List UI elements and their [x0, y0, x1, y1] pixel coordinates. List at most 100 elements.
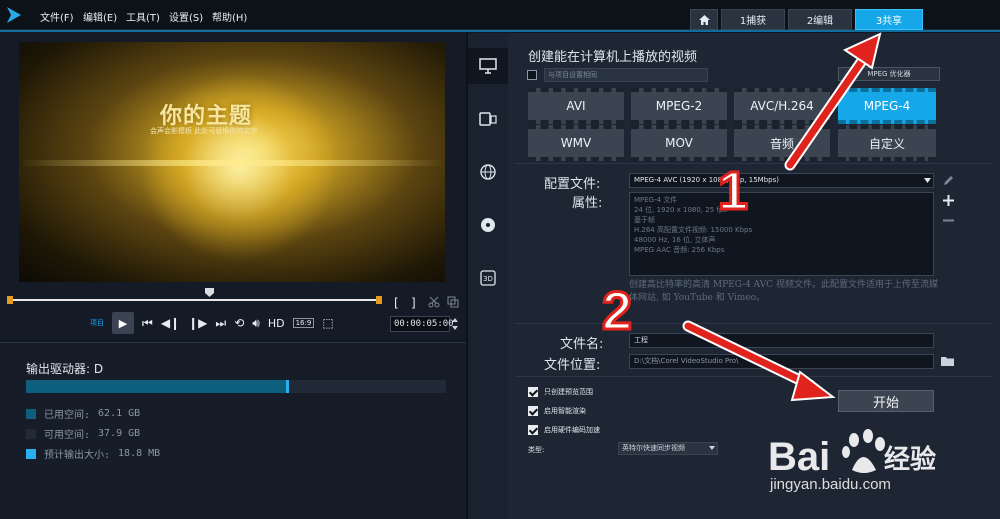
annotation-number-2: 2	[600, 280, 633, 343]
property-line: 基于帧	[634, 216, 655, 224]
app-logo-icon	[7, 7, 21, 23]
device-icon	[479, 112, 497, 126]
encoder-type-select[interactable]: 英特尔快速同步视频	[618, 442, 718, 455]
profile-select[interactable]: MPEG-4 AVC (1920 x 1080, 25p, 15Mbps)	[629, 173, 934, 188]
share-category-sidebar: 3D	[468, 33, 508, 519]
menu-settings[interactable]: 设置(S)	[169, 9, 203, 24]
option-preview-range-label: 只创建预览范围	[544, 388, 593, 396]
legend-free-value: 37.9 GB	[98, 428, 141, 439]
chevron-down-icon	[709, 446, 715, 450]
option-preview-range[interactable]: 只创建预览范围	[528, 387, 593, 397]
tab-edit[interactable]: 2编辑	[788, 9, 852, 30]
option-hw-accel-checkbox[interactable]	[528, 425, 538, 435]
go-to-end-icon[interactable]: ⏭	[215, 312, 226, 334]
enlarge-icon[interactable]	[447, 296, 459, 308]
sidebar-item-disc[interactable]	[468, 207, 508, 243]
format-mpeg4-button[interactable]: MPEG-4	[838, 88, 936, 124]
chevron-down-icon	[924, 178, 931, 183]
sidebar-item-3d[interactable]: 3D	[468, 260, 508, 296]
start-button[interactable]: 开始	[838, 390, 934, 412]
format-mov-button[interactable]: MOV	[631, 125, 727, 161]
trim-track	[7, 299, 382, 301]
play-icon: ▶	[118, 316, 128, 330]
section-divider	[515, 323, 993, 324]
sidebar-item-device[interactable]	[468, 101, 508, 137]
legend-estimated-label: 预计输出大小:	[44, 450, 111, 461]
edit-pencil-icon[interactable]	[943, 175, 954, 186]
disk-used-fill	[26, 380, 287, 393]
legend-used-swatch	[26, 408, 36, 419]
option-preview-range-checkbox[interactable]	[528, 387, 538, 397]
trim-end-marker[interactable]	[376, 296, 382, 304]
hd-preview-toggle[interactable]: HD	[268, 317, 285, 330]
monitor-icon	[479, 58, 497, 74]
legend-free-label: 可用空间:	[44, 430, 91, 441]
option-hw-accel-label: 启用硬件编码加速	[544, 426, 600, 434]
scissors-icon[interactable]	[428, 296, 440, 308]
properties-box: MPEG-4 文件 24 位, 1920 x 1080, 25 fps 基于帧 …	[629, 192, 934, 276]
format-custom-button[interactable]: 自定义	[838, 125, 936, 161]
mpeg-optimizer-button[interactable]: MPEG 优化器	[838, 67, 940, 81]
format-avc-button[interactable]: AVC/H.264	[734, 88, 830, 124]
menu-tools[interactable]: 工具(T)	[126, 9, 160, 24]
next-frame-icon[interactable]: ❙▶	[188, 312, 207, 334]
workspace-tabs: 1捕获 2编辑 3共享	[690, 9, 923, 31]
filename-input[interactable]: 工程	[629, 333, 934, 348]
prev-frame-icon[interactable]: ◀❙	[161, 312, 180, 334]
format-mpeg2-button[interactable]: MPEG-2	[631, 88, 727, 124]
video-preview[interactable]	[19, 42, 445, 282]
play-button[interactable]: ▶	[112, 312, 134, 334]
profile-label: 配置文件:	[544, 177, 601, 192]
section-divider	[515, 376, 993, 377]
properties-label: 属性:	[572, 196, 603, 211]
disc-icon	[481, 218, 495, 232]
trim-bar[interactable]	[7, 296, 382, 304]
home-icon	[698, 14, 710, 25]
remove-profile-icon[interactable]	[943, 215, 954, 226]
mark-in-button[interactable]: [	[394, 296, 399, 310]
menu-help[interactable]: 帮助(H)	[212, 9, 247, 24]
light-streak	[19, 160, 445, 166]
repeat-icon[interactable]: ⟲	[234, 312, 244, 334]
tab-capture[interactable]: 1捕获	[721, 9, 785, 30]
volume-icon[interactable]: 🔊︎	[252, 312, 260, 334]
property-line: H.264 高配置文件视频: 15000 Kbps	[634, 226, 753, 234]
legend-estimated: 预计输出大小: 18.8 MB	[26, 446, 160, 461]
annotation-number-1: 1	[716, 160, 749, 223]
tab-home[interactable]	[690, 9, 718, 30]
watermark-brand-cn: 经验	[884, 444, 936, 475]
timecode-display[interactable]: 00:00:05:00	[390, 316, 454, 332]
legend-used-label: 已用空间:	[44, 410, 91, 421]
share-title: 创建能在计算机上播放的视频	[528, 50, 698, 65]
sidebar-item-web[interactable]	[468, 154, 508, 190]
option-smart-render[interactable]: 启用智能渲染	[528, 406, 586, 416]
format-wmv-button[interactable]: WMV	[528, 125, 624, 161]
timecode-stepper-icon[interactable]	[451, 317, 459, 331]
filename-label: 文件名:	[560, 337, 604, 352]
watermark-url: jingyan.baidu.com	[770, 476, 891, 493]
legend-estimated-swatch	[26, 448, 36, 459]
file-location-input[interactable]: D:\文档\Corel VideoStudio Pro\	[629, 354, 934, 369]
match-project-checkbox[interactable]	[527, 70, 537, 80]
project-mode-label[interactable]: 项目	[90, 318, 104, 328]
format-audio-button[interactable]: 音频	[734, 125, 830, 161]
mark-out-button[interactable]: ]	[411, 296, 416, 310]
menu-edit[interactable]: 编辑(E)	[83, 9, 117, 24]
3d-icon: 3D	[480, 270, 496, 286]
match-project-select[interactable]: 与项目设置相同	[544, 68, 708, 82]
svg-text:3D: 3D	[483, 275, 493, 283]
option-smart-render-checkbox[interactable]	[528, 406, 538, 416]
add-profile-icon[interactable]	[943, 195, 954, 206]
sidebar-item-computer[interactable]	[468, 48, 508, 84]
browse-folder-icon[interactable]	[941, 355, 955, 367]
playback-controls: 项目 ▶ ⏮ ◀❙ ❙▶ ⏭ ⟲ 🔊︎ HD 16:9 ⬚	[90, 312, 334, 334]
go-to-start-icon[interactable]: ⏮	[142, 312, 153, 334]
legend-used-value: 62.1 GB	[98, 408, 141, 419]
trim-start-marker[interactable]	[7, 296, 13, 304]
menu-file[interactable]: 文件(F)	[40, 9, 74, 24]
display-mode-icon[interactable]: ⬚	[322, 312, 333, 334]
aspect-ratio-button[interactable]: 16:9	[292, 318, 315, 328]
format-avi-button[interactable]: AVI	[528, 88, 624, 124]
tab-share[interactable]: 3共享	[855, 9, 923, 30]
option-hw-accel[interactable]: 启用硬件编码加速	[528, 425, 600, 435]
